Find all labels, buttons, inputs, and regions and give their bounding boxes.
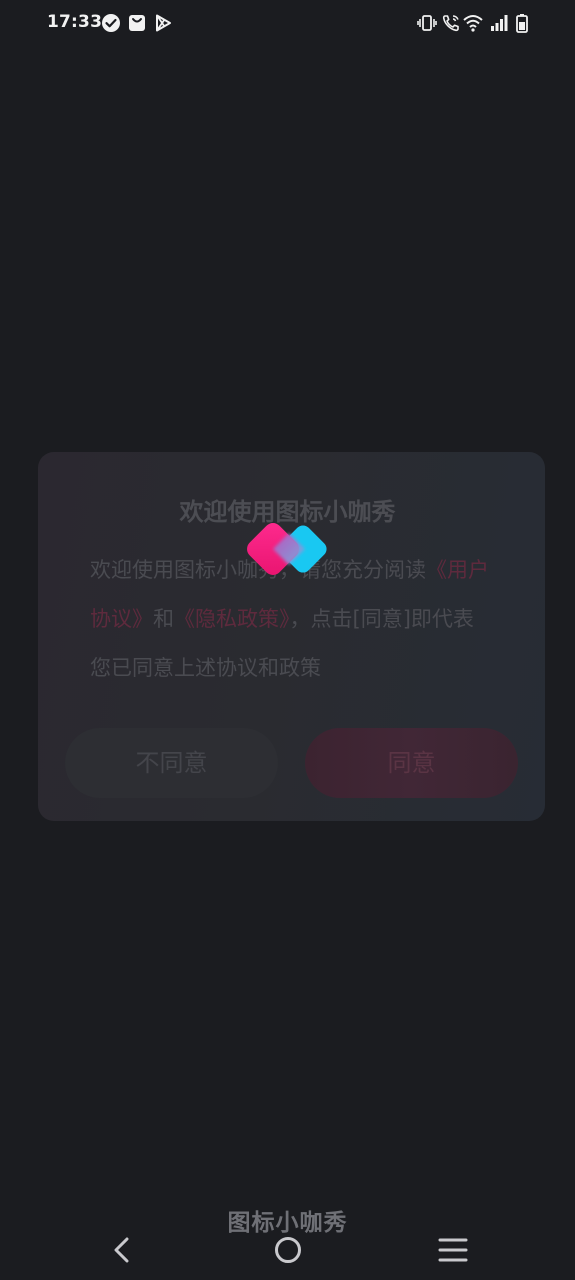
menu-icon[interactable]: [435, 1232, 471, 1268]
status-time: 17:33: [47, 12, 103, 32]
signal-icon: [489, 13, 509, 33]
vibrate-icon: [417, 13, 437, 33]
shopping-bag-icon: [127, 13, 147, 33]
back-icon[interactable]: [104, 1232, 140, 1268]
dialog-body-and: 和: [153, 607, 174, 631]
disagree-button[interactable]: 不同意: [65, 728, 278, 798]
app-logo: [235, 516, 343, 600]
home-icon[interactable]: [270, 1232, 306, 1268]
play-store-icon: [153, 13, 173, 33]
status-bar: 17:33: [0, 0, 575, 48]
check-circle-icon: [101, 13, 121, 33]
wifi-calling-icon: [441, 13, 461, 33]
wifi-icon: [463, 13, 483, 33]
battery-icon: [512, 13, 532, 33]
privacy-policy-link[interactable]: 《隐私政策》: [174, 607, 290, 631]
agree-button[interactable]: 同意: [305, 728, 518, 798]
